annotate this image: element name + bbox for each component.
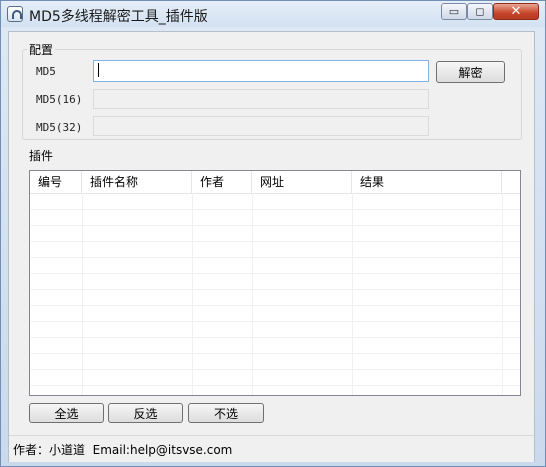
minimize-button[interactable]: ▭ (441, 3, 467, 20)
maximize-button[interactable]: ◻ (467, 3, 493, 20)
config-group-label: 配置 (27, 41, 56, 58)
md5-input[interactable] (93, 60, 429, 82)
table-row (30, 290, 520, 306)
table-row (30, 370, 520, 386)
lock-icon (7, 6, 23, 22)
md5-label: MD5 (36, 65, 56, 78)
invert-selection-button[interactable]: 反选 (108, 403, 183, 423)
status-text: 作者：小道道 Email:help@itsvse.com (13, 443, 233, 457)
decrypt-button[interactable]: 解密 (436, 61, 505, 83)
column-header-url[interactable]: 网址 (252, 171, 352, 193)
title-bar[interactable]: MD5多线程解密工具_插件版 ▭ ◻ ✕ (1, 1, 545, 27)
table-row (30, 226, 520, 242)
maximize-icon: ◻ (475, 5, 485, 18)
plugins-table[interactable]: 编号 插件名称 作者 网址 结果 (29, 170, 521, 396)
table-row (30, 306, 520, 322)
md5-32-field[interactable] (93, 116, 429, 136)
minimize-icon: ▭ (448, 5, 460, 18)
md5-16-label: MD5(16) (36, 93, 83, 106)
client-area: 配置 MD5 解密 MD5(16) MD5(32) 插件 编号 插件名称 作者 … (8, 31, 535, 462)
column-header-id[interactable]: 编号 (30, 171, 82, 193)
plugins-group-label: 插件 (27, 147, 56, 164)
md5-32-label: MD5(32) (36, 121, 83, 134)
table-header: 编号 插件名称 作者 网址 结果 (30, 171, 520, 194)
table-row (30, 274, 520, 290)
column-header-author[interactable]: 作者 (192, 171, 252, 193)
table-row (30, 258, 520, 274)
md5-16-field[interactable] (93, 89, 429, 109)
table-row (30, 210, 520, 226)
column-header-filler (502, 171, 520, 193)
table-row (30, 322, 520, 338)
window-title: MD5多线程解密工具_插件版 (29, 9, 208, 25)
close-button[interactable]: ✕ (493, 3, 539, 20)
table-row (30, 242, 520, 258)
column-header-result[interactable]: 结果 (352, 171, 502, 193)
table-row (30, 354, 520, 370)
status-bar: 作者：小道道 Email:help@itsvse.com (9, 435, 534, 462)
app-window: MD5多线程解密工具_插件版 ▭ ◻ ✕ 配置 MD5 解密 MD5(16) M… (0, 0, 546, 467)
table-row (30, 338, 520, 354)
column-header-plugin-name[interactable]: 插件名称 (82, 171, 192, 193)
table-row (30, 194, 520, 210)
close-icon: ✕ (510, 4, 522, 19)
select-all-button[interactable]: 全选 (29, 403, 104, 423)
text-caret (98, 62, 99, 77)
select-none-button[interactable]: 不选 (188, 403, 264, 423)
